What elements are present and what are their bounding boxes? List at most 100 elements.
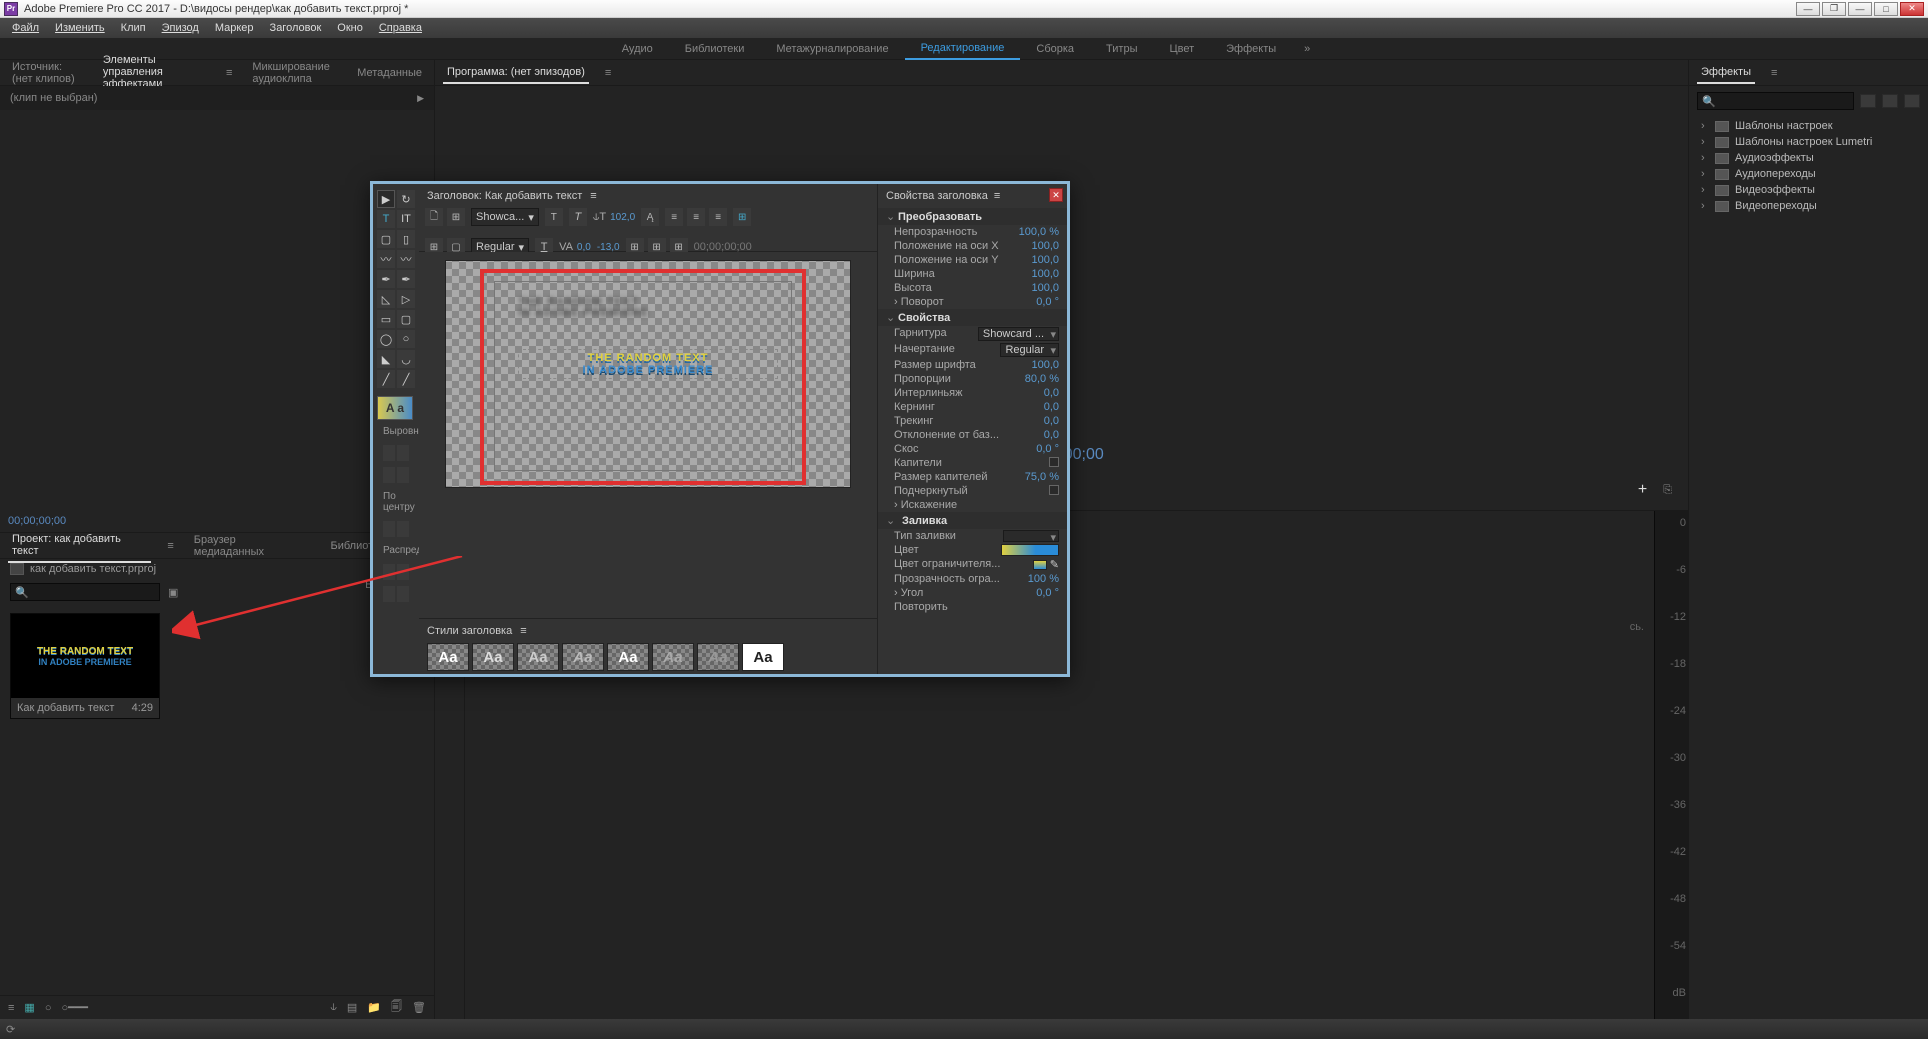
stroke-color-swatch[interactable] [1033, 560, 1047, 570]
panel-menu-icon[interactable]: ≡ [1771, 67, 1777, 79]
leading-value[interactable]: 0,0 [1044, 387, 1059, 399]
vpath-type-icon[interactable]: 〰 [397, 250, 415, 268]
zoom-slider[interactable]: ○━━━ [61, 1001, 88, 1014]
align-l-icon[interactable] [383, 445, 395, 461]
color-swatch[interactable]: A a [377, 396, 413, 420]
font-select[interactable]: Showca... ▾ [471, 208, 539, 226]
rect-tool-icon[interactable]: ▭ [377, 310, 395, 328]
menu-edit[interactable]: Изменить [47, 20, 113, 36]
type-tool-icon[interactable]: T [377, 210, 395, 228]
panel-menu-icon[interactable]: ≡ [590, 190, 596, 202]
align-c-icon[interactable] [397, 445, 409, 461]
style-swatch[interactable]: Aa [697, 643, 739, 671]
eyedropper-icon[interactable]: ✎ [1050, 559, 1059, 571]
ws-audio[interactable]: Аудио [606, 39, 669, 59]
style-swatch[interactable]: Aa [652, 643, 694, 671]
height-value[interactable]: 100,0 [1031, 282, 1059, 294]
restore-button[interactable]: ❐ [1822, 2, 1846, 16]
trash-icon[interactable]: 🗑 [412, 1001, 426, 1014]
fx-video-effects[interactable]: ›Видеоэффекты [1697, 182, 1920, 198]
baseline-value[interactable]: 0,0 [1044, 429, 1059, 441]
font-style-select[interactable]: Regular [1000, 343, 1059, 357]
tab-effects[interactable]: Эффекты [1697, 62, 1755, 84]
dist3-icon[interactable] [383, 586, 395, 602]
maximize-button[interactable]: □ [1874, 2, 1898, 16]
style-swatch[interactable]: Aa [472, 643, 514, 671]
sort-icon[interactable]: ⫝ [330, 1001, 337, 1014]
roll-crawl-icon[interactable]: ⊞ [447, 208, 465, 226]
panel-menu-icon[interactable]: ≡ [605, 67, 611, 79]
tab-audio-mixer[interactable]: Микширование аудиоклипа [248, 57, 337, 89]
bold-icon[interactable]: T [545, 208, 563, 226]
tab-program[interactable]: Программа: (нет эпизодов) [443, 62, 589, 84]
title-canvas[interactable]: THE RANDOM TEXT IN ADOBE PREMIERE THE RA… [445, 260, 851, 488]
menu-marker[interactable]: Маркер [207, 20, 262, 36]
menu-title[interactable]: Заголовок [262, 20, 330, 36]
ws-effects[interactable]: Эффекты [1210, 39, 1292, 59]
slant-value[interactable]: 0,0 ° [1036, 443, 1059, 455]
menu-clip[interactable]: Клип [113, 20, 154, 36]
smallcapsize-value[interactable]: 75,0 % [1025, 471, 1059, 483]
project-clip[interactable]: THE RANDOM TEXT IN ADOBE PREMIERE Как до… [10, 613, 160, 719]
selection-tool-icon[interactable]: ▶ [377, 190, 395, 208]
align-m-icon[interactable] [397, 467, 409, 483]
ws-libraries[interactable]: Библиотеки [669, 39, 761, 59]
settings-icon[interactable]: ⎘ [1663, 484, 1672, 497]
style-swatch[interactable]: Aa [427, 643, 469, 671]
panel-menu-icon[interactable]: ≡ [226, 67, 232, 79]
list-view-icon[interactable]: ≡ [8, 1002, 14, 1014]
delete-anchor-icon[interactable]: ◺ [377, 290, 395, 308]
panel-menu-icon[interactable]: ≡ [994, 190, 1000, 202]
path-type-icon[interactable]: 〰 [377, 250, 395, 268]
convert-anchor-icon[interactable]: ▷ [397, 290, 415, 308]
line-tool-icon[interactable]: ╱ [377, 370, 395, 388]
ws-titles[interactable]: Титры [1090, 39, 1153, 59]
fx-presets[interactable]: ›Шаблоны настроек [1697, 118, 1920, 134]
dist2-icon[interactable] [397, 564, 409, 580]
arc-tool-icon[interactable]: ◡ [397, 350, 415, 368]
tab-stops-icon[interactable]: ⊞ [733, 208, 751, 226]
tab-project[interactable]: Проект: как добавить текст [8, 529, 151, 563]
menu-window[interactable]: Окно [329, 20, 371, 36]
rotate-tool-icon[interactable]: ↻ [397, 190, 415, 208]
line2-tool-icon[interactable]: ╱ [397, 370, 415, 388]
menu-help[interactable]: Справка [371, 20, 430, 36]
freeform-view-icon[interactable]: ○ [45, 1002, 52, 1014]
style-swatch[interactable]: Aa [607, 643, 649, 671]
ws-editing[interactable]: Редактирование [905, 38, 1021, 60]
fx-audio-transitions[interactable]: ›Аудиопереходы [1697, 166, 1920, 182]
add-anchor-icon[interactable]: ✒ [397, 270, 415, 288]
rrect-tool-icon[interactable]: ▢ [397, 310, 415, 328]
icon-view-icon[interactable]: ▦ [24, 1001, 34, 1014]
wedge-tool-icon[interactable]: ◣ [377, 350, 395, 368]
vtype-tool-icon[interactable]: IT [397, 210, 415, 228]
dist4-icon[interactable] [397, 586, 409, 602]
panel-menu-icon[interactable]: ≡ [520, 625, 526, 637]
pen-tool-icon[interactable]: ✒ [377, 270, 395, 288]
new-item-icon[interactable]: 🗐 [391, 998, 402, 1017]
aspect-value[interactable]: 80,0 % [1025, 373, 1059, 385]
tab-metadata[interactable]: Метаданные [353, 63, 426, 83]
fontsize-value[interactable]: 100,0 [1031, 359, 1059, 371]
ws-overflow-icon[interactable]: » [1292, 39, 1322, 59]
minimize2-button[interactable]: — [1848, 2, 1872, 16]
width-value[interactable]: 100,0 [1031, 268, 1059, 280]
add-button-icon[interactable]: + [1638, 481, 1647, 499]
tab-media-browser[interactable]: Браузер медиаданных [190, 530, 311, 562]
align-center-icon[interactable]: ≡ [687, 208, 705, 226]
tracking-value[interactable]: -13,0 [597, 242, 620, 253]
bin-icon[interactable]: ▣ [168, 586, 178, 599]
varea-type-icon[interactable]: ▯ [397, 230, 415, 248]
font-family-select[interactable]: Showcard ... [978, 327, 1059, 341]
ws-metalogging[interactable]: Метажурналирование [760, 39, 904, 59]
new-bin-icon[interactable]: 📁 [367, 1001, 381, 1014]
ellipse-tool-icon[interactable]: ○ [397, 330, 415, 348]
fx-badge2-icon[interactable] [1882, 94, 1898, 108]
style-swatch[interactable]: Aa [742, 643, 784, 671]
filltype-select[interactable] [1003, 530, 1059, 542]
fx-badge1-icon[interactable] [1860, 94, 1876, 108]
panel-menu-icon[interactable]: ≡ [167, 540, 173, 552]
underline-checkbox[interactable] [1049, 485, 1059, 495]
kerning-value[interactable]: 0,0 [1044, 401, 1059, 413]
find-icon[interactable]: ▤ [347, 1001, 357, 1014]
